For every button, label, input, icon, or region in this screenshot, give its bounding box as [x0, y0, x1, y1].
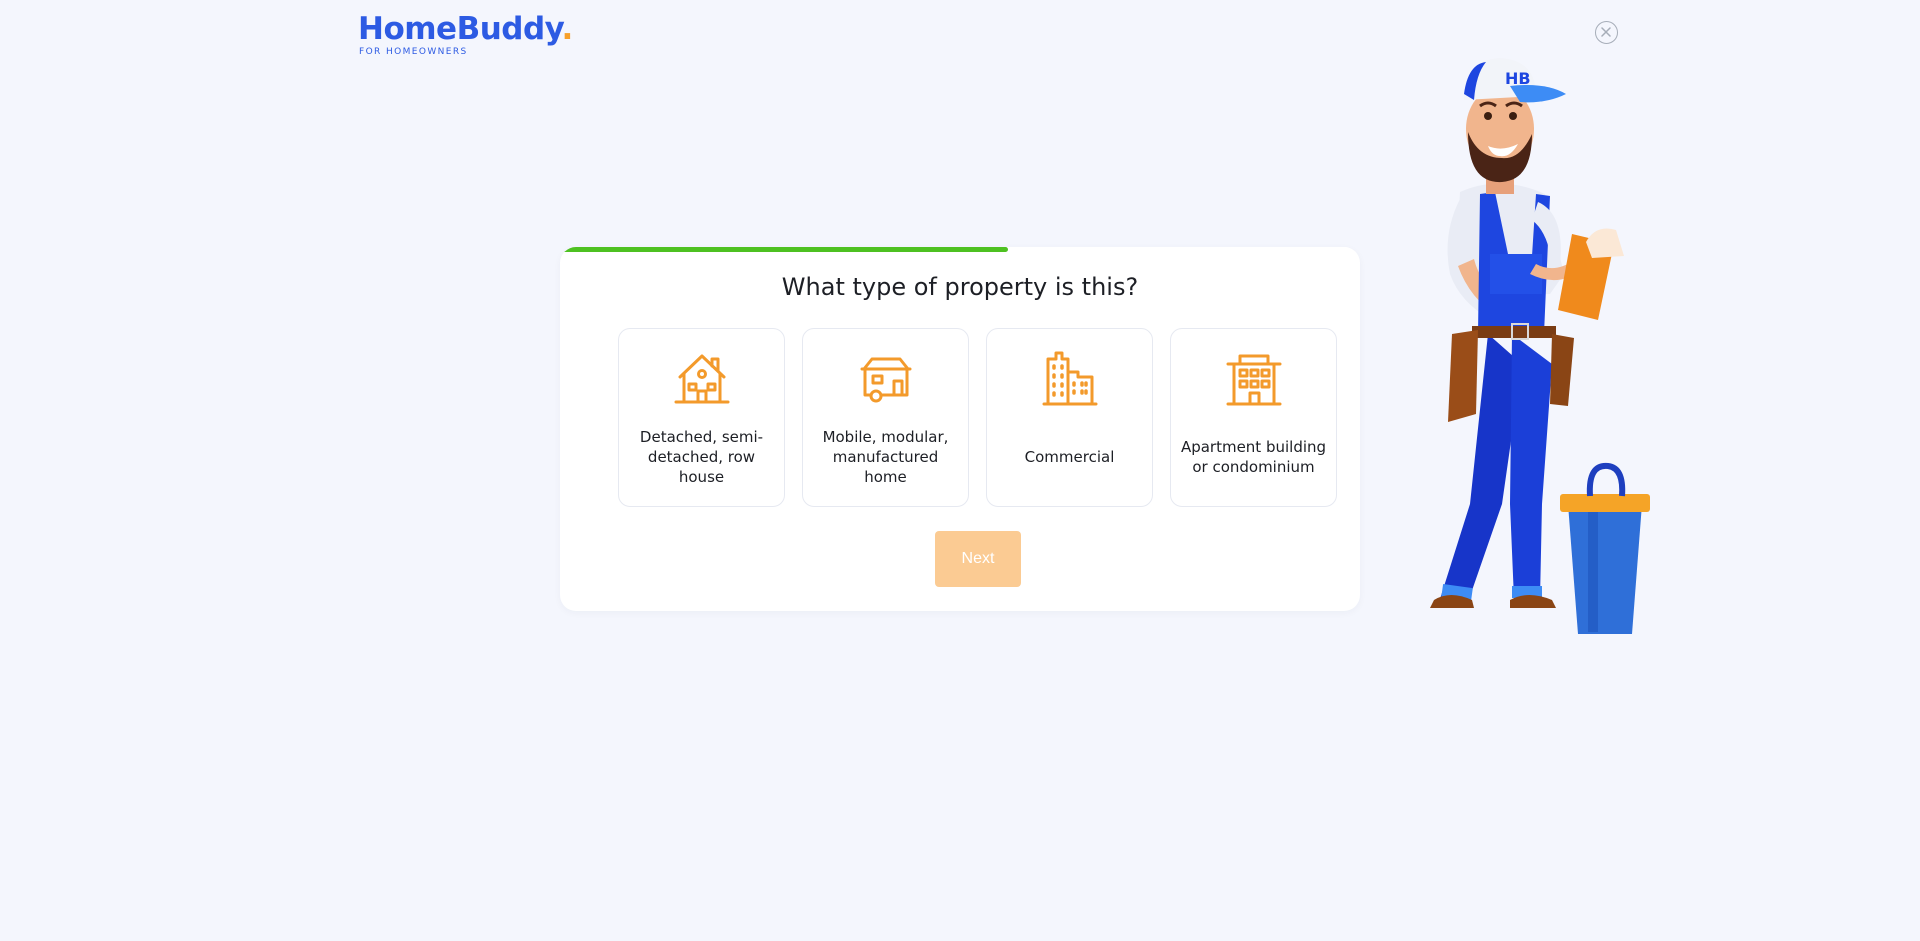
option-label: Apartment building or condominium: [1180, 438, 1327, 476]
option-commercial[interactable]: Commercial: [986, 328, 1153, 507]
option-apartment[interactable]: Apartment building or condominium: [1170, 328, 1337, 507]
property-type-options: Detached, semi-detached, row house Mobil…: [618, 328, 1337, 507]
progress-fill: [560, 247, 1008, 252]
logo-wordmark: HomeBuddy.: [358, 12, 573, 46]
homebuddy-logo[interactable]: HomeBuddy. FOR HOMEOWNERS: [358, 12, 573, 57]
option-mobile-home[interactable]: Mobile, modular, manufactured home: [802, 328, 969, 507]
next-button[interactable]: Next: [935, 531, 1021, 587]
option-label: Detached, semi-detached, row house: [639, 428, 764, 486]
logo-tagline: FOR HOMEOWNERS: [359, 47, 468, 57]
logo-name-text: HomeBuddy: [358, 11, 562, 47]
progress-bar: [560, 247, 1360, 252]
apartment-building-icon: [1226, 354, 1281, 406]
mascot-cap-text: HB: [1505, 69, 1531, 88]
logo-dot: .: [561, 11, 574, 47]
mobile-home-icon: [860, 357, 911, 403]
question-title: What type of property is this?: [781, 273, 1139, 301]
question-card: What type of property is this? Detached,…: [560, 247, 1360, 611]
commercial-building-icon: [1042, 351, 1097, 406]
house-icon: [674, 354, 729, 404]
option-label: Commercial: [1024, 448, 1115, 466]
option-detached-house[interactable]: Detached, semi-detached, row house: [618, 328, 785, 507]
option-label: Mobile, modular, manufactured home: [822, 428, 949, 486]
handyman-mascot-illustration: HB: [1430, 58, 1650, 634]
